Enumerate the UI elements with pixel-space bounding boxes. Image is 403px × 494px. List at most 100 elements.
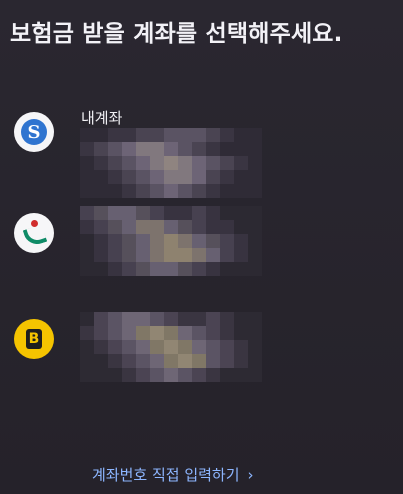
masked-pixel — [164, 170, 178, 184]
masked-pixel — [192, 220, 206, 234]
masked-pixel — [150, 142, 164, 156]
masked-pixel — [80, 248, 94, 262]
masked-pixel — [136, 184, 150, 198]
masked-pixel — [108, 354, 122, 368]
masked-pixel — [122, 340, 136, 354]
masked-pixel — [80, 142, 94, 156]
masked-account-info — [80, 312, 262, 382]
masked-pixel — [164, 354, 178, 368]
masked-pixel — [234, 262, 248, 276]
masked-pixel — [164, 312, 178, 326]
masked-pixel — [220, 206, 234, 220]
masked-pixel — [80, 206, 94, 220]
masked-pixel — [150, 128, 164, 142]
masked-pixel — [136, 262, 150, 276]
masked-pixel — [192, 234, 206, 248]
masked-pixel — [136, 234, 150, 248]
account-option[interactable]: B — [0, 302, 403, 398]
masked-pixel — [94, 340, 108, 354]
masked-pixel — [94, 262, 108, 276]
masked-pixel — [80, 184, 94, 198]
masked-pixel — [192, 326, 206, 340]
bank-b-icon: B — [14, 319, 54, 359]
masked-pixel — [80, 234, 94, 248]
masked-pixel — [108, 248, 122, 262]
masked-pixel — [178, 170, 192, 184]
masked-pixel — [122, 326, 136, 340]
masked-pixel — [206, 262, 220, 276]
masked-pixel — [178, 128, 192, 142]
chevron-right-icon: › — [247, 466, 254, 484]
masked-pixel — [164, 234, 178, 248]
masked-pixel — [234, 354, 248, 368]
masked-pixel — [80, 262, 94, 276]
masked-pixel — [150, 354, 164, 368]
masked-pixel — [122, 234, 136, 248]
masked-pixel — [234, 220, 248, 234]
masked-pixel — [150, 326, 164, 340]
masked-pixel — [206, 340, 220, 354]
masked-pixel — [108, 142, 122, 156]
masked-pixel — [108, 170, 122, 184]
masked-pixel — [108, 234, 122, 248]
masked-pixel — [94, 206, 108, 220]
masked-pixel — [122, 368, 136, 382]
masked-pixel — [178, 142, 192, 156]
masked-pixel — [122, 262, 136, 276]
masked-pixel — [178, 340, 192, 354]
masked-pixel — [178, 354, 192, 368]
masked-pixel — [136, 340, 150, 354]
masked-pixel — [122, 312, 136, 326]
direct-account-input-link[interactable]: 계좌번호 직접 입력하기 › — [92, 464, 254, 485]
masked-pixel — [192, 206, 206, 220]
masked-pixel — [80, 368, 94, 382]
masked-pixel — [164, 262, 178, 276]
masked-pixel — [80, 170, 94, 184]
masked-pixel — [206, 368, 220, 382]
masked-pixel — [220, 142, 234, 156]
masked-pixel — [178, 156, 192, 170]
masked-pixel — [206, 220, 220, 234]
masked-pixel — [248, 184, 262, 198]
masked-pixel — [136, 326, 150, 340]
masked-pixel — [94, 368, 108, 382]
masked-pixel — [164, 184, 178, 198]
masked-pixel — [136, 312, 150, 326]
masked-pixel — [248, 340, 262, 354]
page-title: 보험금 받을 계좌를 선택해주세요. — [10, 21, 343, 47]
masked-pixel — [220, 312, 234, 326]
masked-pixel — [122, 142, 136, 156]
masked-pixel — [164, 326, 178, 340]
masked-account-info — [80, 128, 262, 198]
masked-pixel — [80, 128, 94, 142]
masked-pixel — [206, 156, 220, 170]
masked-pixel — [220, 340, 234, 354]
account-label: 내계좌 — [81, 109, 123, 127]
masked-pixel — [206, 234, 220, 248]
masked-pixel — [192, 262, 206, 276]
masked-pixel — [234, 312, 248, 326]
masked-pixel — [220, 234, 234, 248]
masked-pixel — [122, 128, 136, 142]
masked-pixel — [136, 220, 150, 234]
masked-pixel — [248, 262, 262, 276]
masked-pixel — [164, 368, 178, 382]
masked-pixel — [220, 184, 234, 198]
masked-pixel — [178, 248, 192, 262]
masked-pixel — [108, 156, 122, 170]
masked-pixel — [164, 340, 178, 354]
masked-pixel — [192, 128, 206, 142]
account-option[interactable]: S 내계좌 — [0, 108, 403, 204]
masked-pixel — [94, 220, 108, 234]
masked-pixel — [206, 354, 220, 368]
masked-pixel — [220, 128, 234, 142]
masked-pixel — [150, 262, 164, 276]
masked-pixel — [192, 354, 206, 368]
masked-pixel — [136, 206, 150, 220]
account-option[interactable] — [0, 198, 403, 294]
masked-pixel — [108, 206, 122, 220]
masked-pixel — [206, 170, 220, 184]
masked-pixel — [248, 128, 262, 142]
masked-pixel — [248, 170, 262, 184]
masked-pixel — [80, 156, 94, 170]
